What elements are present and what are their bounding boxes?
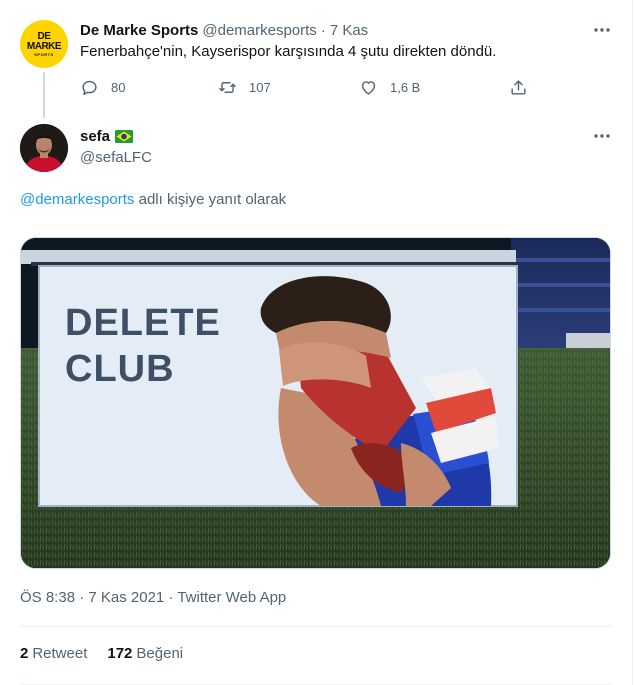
likes-label: Beğeni: [136, 645, 184, 662]
retweet-count: 107: [249, 79, 271, 95]
tweet-stats: 2 Retweet 172 Beğeni: [20, 644, 203, 664]
retweets-stat[interactable]: 2 Retweet: [20, 644, 87, 664]
like-count: 1,6 B: [390, 79, 421, 95]
likes-stat[interactable]: 172 Beğeni: [107, 644, 183, 664]
screen-text-line2: CLUB: [65, 348, 175, 390]
author-handle[interactable]: @demarkesports: [202, 22, 316, 39]
tweet-header: De Marke Sports @demarkesports · 7 Kas: [80, 20, 368, 40]
tweet-actions: 80 107 1,6 B: [80, 76, 540, 98]
avatar[interactable]: [20, 124, 68, 172]
reply-icon: [82, 80, 97, 95]
author-name[interactable]: De Marke Sports: [80, 22, 198, 39]
tweet-media-image[interactable]: DELETE CLUB: [20, 237, 611, 569]
reply-context: @demarkesports adlı kişiye yanıt olarak: [20, 190, 286, 210]
avatar[interactable]: DE MARKE SPORTS: [20, 20, 68, 68]
logo-text: DE MARKE: [26, 30, 62, 52]
likes-count: 172: [107, 645, 133, 662]
retweets-count: 2: [20, 645, 29, 662]
brand-logo: DE MARKE SPORTS: [20, 30, 68, 57]
more-horizontal-icon[interactable]: [592, 126, 612, 146]
screen-text-line1: DELETE: [65, 302, 221, 344]
tweet-thread: DE MARKE SPORTS De Marke Sports @demarke…: [0, 0, 633, 685]
reply-button[interactable]: 80: [80, 76, 125, 98]
reply-mention-link[interactable]: @demarkesports: [20, 191, 134, 208]
display-name: sefa: [80, 127, 111, 145]
thread-connector-line: [43, 72, 45, 118]
like-icon: [361, 80, 376, 95]
more-horizontal-icon[interactable]: [592, 20, 612, 40]
share-icon: [511, 79, 526, 95]
parent-tweet[interactable]: DE MARKE SPORTS De Marke Sports @demarke…: [0, 0, 633, 118]
author-name[interactable]: sefa: [80, 126, 134, 146]
separator-dot: ·: [320, 21, 326, 39]
share-button[interactable]: [509, 76, 528, 98]
tweet-date[interactable]: 7 Kas: [330, 22, 368, 39]
author-handle[interactable]: @sefaLFC: [80, 148, 152, 168]
divider: [20, 626, 612, 627]
retweet-button[interactable]: 107: [218, 76, 271, 98]
like-button[interactable]: 1,6 B: [359, 76, 420, 98]
retweet-icon: [219, 81, 236, 93]
brazil-flag-icon: [115, 129, 134, 143]
logo-subtext: SPORTS: [34, 51, 54, 57]
tweet-timestamp[interactable]: ÖS 8:38 · 7 Kas 2021 · Twitter Web App: [20, 588, 286, 608]
retweets-label: Retweet: [32, 645, 88, 662]
reply-count: 80: [111, 79, 126, 95]
tweet-text: Fenerbahçe'nin, Kayserispor karşısında 4…: [80, 43, 497, 60]
reply-context-label: adlı kişiye yanıt olarak: [138, 191, 287, 208]
